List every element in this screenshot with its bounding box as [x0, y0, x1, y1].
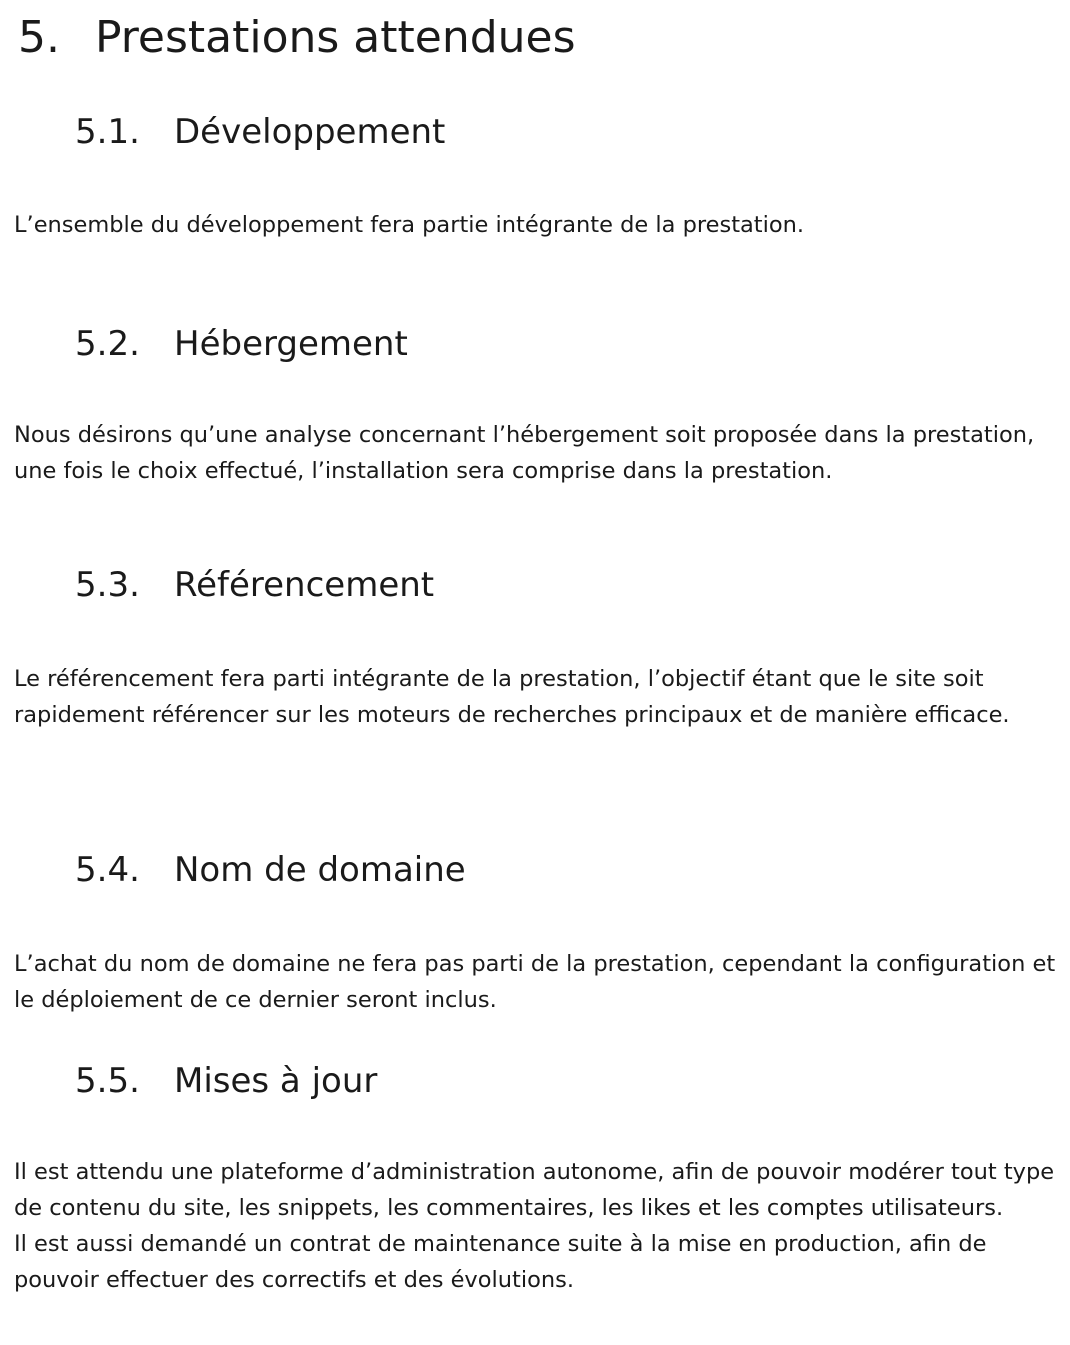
paragraph: Il est aussi demandé un contrat de maint… [14, 1231, 987, 1293]
title-number: 5. [18, 12, 60, 63]
section-body-nom-de-domaine: L’achat du nom de domaine ne fera pas pa… [14, 946, 1059, 1018]
paragraph: L’ensemble du développement fera partie … [14, 212, 805, 238]
section-heading-nom-de-domaine: 5.4. Nom de domaine [75, 849, 466, 891]
section-title: Mises à jour [174, 1061, 378, 1101]
paragraph: L’achat du nom de domaine ne fera pas pa… [14, 951, 1056, 1013]
paragraph: Il est attendu une plateforme d’administ… [14, 1159, 1055, 1221]
section-number: 5.2. [75, 324, 140, 364]
section-heading-mises-a-jour: 5.5. Mises à jour [75, 1060, 377, 1102]
section-number: 5.4. [75, 850, 140, 890]
section-body-referencement: Le référencement fera parti intégrante d… [14, 661, 1059, 733]
section-number: 5.3. [75, 565, 140, 605]
section-title: Référencement [174, 565, 435, 605]
document-page: 5. Prestations attendues 5.1. Développemen… [0, 0, 1070, 1345]
section-heading-hebergement: 5.2. Hébergement [75, 323, 408, 365]
section-body-mises-a-jour: Il est attendu une plateforme d’administ… [14, 1154, 1059, 1298]
section-body-developpement: L’ensemble du développement fera partie … [14, 207, 1059, 243]
section-number: 5.1. [75, 112, 140, 152]
section-number: 5.5. [75, 1061, 140, 1101]
section-heading-developpement: 5.1. Développement [75, 111, 445, 153]
section-title: Développement [174, 112, 446, 152]
paragraph: Le référencement fera parti intégrante d… [14, 666, 1010, 728]
page-title: 5. Prestations attendues [18, 12, 576, 64]
section-title: Hébergement [174, 324, 408, 364]
section-body-hebergement: Nous désirons qu’une analyse concernant … [14, 417, 1059, 489]
section-heading-referencement: 5.3. Référencement [75, 564, 434, 606]
paragraph: Nous désirons qu’une analyse concernant … [14, 422, 1035, 484]
title-text: Prestations attendues [95, 12, 576, 63]
section-title: Nom de domaine [174, 850, 466, 890]
